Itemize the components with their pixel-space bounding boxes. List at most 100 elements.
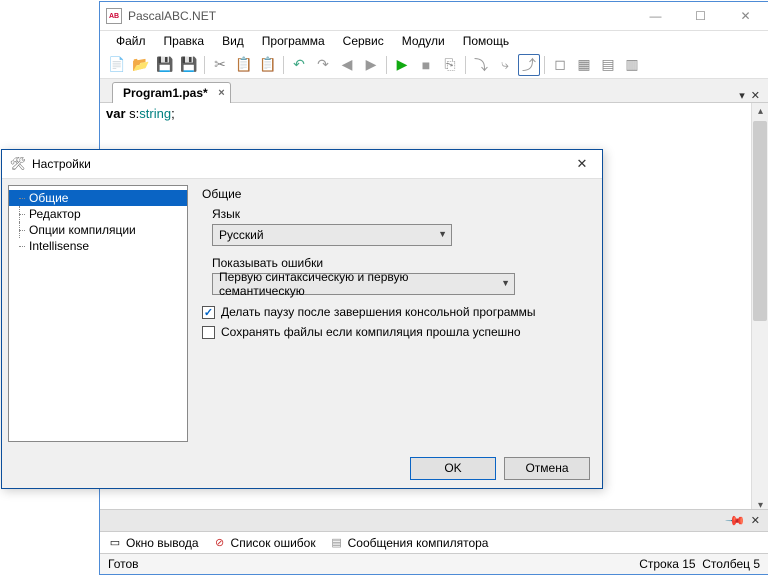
panel-close-icon[interactable]: ✕ [751, 514, 760, 527]
chevron-down-icon: ▼ [501, 278, 510, 288]
window-controls: — ☐ ✕ [633, 2, 768, 30]
separator [465, 56, 466, 74]
close-button[interactable]: ✕ [723, 2, 768, 30]
status-col: Столбец 5 [702, 557, 760, 571]
cut-icon[interactable]: ✂ [209, 54, 231, 76]
errors-select[interactable]: Первую синтаксическую и первую семантиче… [212, 273, 515, 295]
copy-icon[interactable]: 📋 [233, 54, 255, 76]
separator [544, 56, 545, 74]
tree-item-editor[interactable]: Редактор [9, 206, 187, 222]
app-icon: AB [106, 8, 122, 24]
settings-panel: Общие Язык Русский ▼ Показывать ошибки П… [188, 179, 602, 448]
menu-program[interactable]: Программа [254, 32, 333, 50]
save-checkbox[interactable] [202, 326, 215, 339]
dialog-body: Общие Редактор Опции компиляции Intellis… [2, 179, 602, 448]
checkbox-label: Делать паузу после завершения консольной… [221, 305, 536, 319]
pause-checkbox-row: ✓ Делать паузу после завершения консольн… [202, 305, 588, 319]
errors-label: Показывать ошибки [212, 256, 588, 270]
menu-file[interactable]: Файл [108, 32, 154, 50]
tab-label: Сообщения компилятора [348, 536, 489, 550]
errors-row: Показывать ошибки Первую синтаксическую … [212, 256, 588, 295]
separator [204, 56, 205, 74]
save-icon[interactable]: 💾 [154, 54, 176, 76]
document-tabs: Program1.pas* × ▾ ✕ [100, 79, 768, 103]
tab-output[interactable]: ▭ Окно вывода [108, 536, 199, 550]
step-out-icon[interactable]: ⤴ [518, 54, 540, 76]
save-checkbox-row: Сохранять файлы если компиляция прошла у… [202, 325, 588, 339]
separator [283, 56, 284, 74]
events-icon[interactable]: ▥ [621, 54, 643, 76]
menu-edit[interactable]: Правка [156, 32, 213, 50]
forward-icon[interactable]: ▶ [360, 54, 382, 76]
design-icon[interactable]: ▦ [573, 54, 595, 76]
tab-program1[interactable]: Program1.pas* × [112, 82, 231, 103]
minimize-button[interactable]: — [633, 2, 678, 30]
code-type: string [139, 106, 171, 121]
tree-item-compile[interactable]: Опции компиляции [9, 222, 187, 238]
app-titlebar: AB PascalABC.NET — ☐ ✕ [100, 2, 768, 31]
statusbar: Готов Строка 15 Столбец 5 [100, 553, 768, 574]
compiler-icon: ▤ [330, 536, 344, 550]
tab-label: Окно вывода [126, 536, 199, 550]
section-title: Общие [202, 187, 588, 201]
scroll-up-icon[interactable]: ▴ [752, 103, 768, 120]
redo-icon[interactable]: ↷ [312, 54, 334, 76]
status-text: Готов [108, 557, 139, 571]
tree-item-intellisense[interactable]: Intellisense [9, 238, 187, 254]
settings-dialog: 🛠 Настройки ✕ Общие Редактор Опции компи… [1, 149, 603, 489]
tab-errors[interactable]: ⊘ Список ошибок [213, 536, 316, 550]
tab-compiler[interactable]: ▤ Сообщения компилятора [330, 536, 489, 550]
maximize-button[interactable]: ☐ [678, 2, 723, 30]
menu-help[interactable]: Помощь [455, 32, 517, 50]
new-icon[interactable]: 📄 [106, 54, 128, 76]
tab-controls: ▾ ✕ [739, 89, 768, 102]
chevron-down-icon: ▼ [438, 229, 447, 239]
paste-icon[interactable]: 📋 [257, 54, 279, 76]
language-label: Язык [212, 207, 588, 221]
back-icon[interactable]: ◀ [336, 54, 358, 76]
bottom-tabs: ▭ Окно вывода ⊘ Список ошибок ▤ Сообщени… [100, 531, 768, 553]
code-text: s: [126, 106, 140, 121]
menubar: Файл Правка Вид Программа Сервис Модули … [100, 31, 768, 51]
toolbar: 📄 📂 💾 💾 ✂ 📋 📋 ↶ ↷ ◀ ▶ ▶ ■ ⎘ ⤵ ⤷ ⤴ ◻ ▦ ▤ … [100, 51, 768, 79]
menu-service[interactable]: Сервис [335, 32, 392, 50]
tab-dropdown-icon[interactable]: ▾ [739, 89, 745, 102]
tab-label: Program1.pas* [123, 86, 208, 100]
dialog-title: Настройки [32, 157, 562, 171]
props-icon[interactable]: ▤ [597, 54, 619, 76]
select-value: Первую синтаксическую и первую семантиче… [219, 270, 492, 298]
pin-icon[interactable]: 📌 [723, 509, 746, 532]
pause-checkbox[interactable]: ✓ [202, 306, 215, 319]
dialog-close-button[interactable]: ✕ [562, 150, 602, 178]
stop-icon[interactable]: ■ [415, 54, 437, 76]
form-icon[interactable]: ◻ [549, 54, 571, 76]
scrollbar-vertical[interactable]: ▴ ▾ [751, 103, 768, 514]
undo-icon[interactable]: ↶ [288, 54, 310, 76]
tab-close-icon[interactable]: ✕ [751, 89, 760, 102]
status-position: Строка 15 Столбец 5 [639, 557, 760, 571]
tab-label: Список ошибок [231, 536, 316, 550]
settings-icon: 🛠 [10, 156, 26, 172]
step-into-icon[interactable]: ⤷ [494, 54, 516, 76]
scroll-thumb[interactable] [753, 121, 767, 321]
settings-tree: Общие Редактор Опции компиляции Intellis… [8, 185, 188, 442]
errors-icon: ⊘ [213, 536, 227, 550]
dialog-footer: OK Отмена [2, 448, 602, 488]
open-icon[interactable]: 📂 [130, 54, 152, 76]
cancel-button[interactable]: Отмена [504, 457, 590, 480]
code-keyword: var [106, 106, 126, 121]
compile-icon[interactable]: ⎘ [439, 54, 461, 76]
code-text: ; [171, 106, 175, 121]
close-tab-icon[interactable]: × [218, 87, 224, 99]
menu-modules[interactable]: Модули [394, 32, 453, 50]
language-select[interactable]: Русский ▼ [212, 224, 452, 246]
menu-view[interactable]: Вид [214, 32, 252, 50]
step-over-icon[interactable]: ⤵ [470, 54, 492, 76]
checkbox-label: Сохранять файлы если компиляция прошла у… [221, 325, 521, 339]
tree-item-general[interactable]: Общие [9, 190, 187, 206]
save-all-icon[interactable]: 💾 [178, 54, 200, 76]
ok-button[interactable]: OK [410, 457, 496, 480]
dialog-titlebar: 🛠 Настройки ✕ [2, 150, 602, 179]
run-icon[interactable]: ▶ [391, 54, 413, 76]
separator [386, 56, 387, 74]
